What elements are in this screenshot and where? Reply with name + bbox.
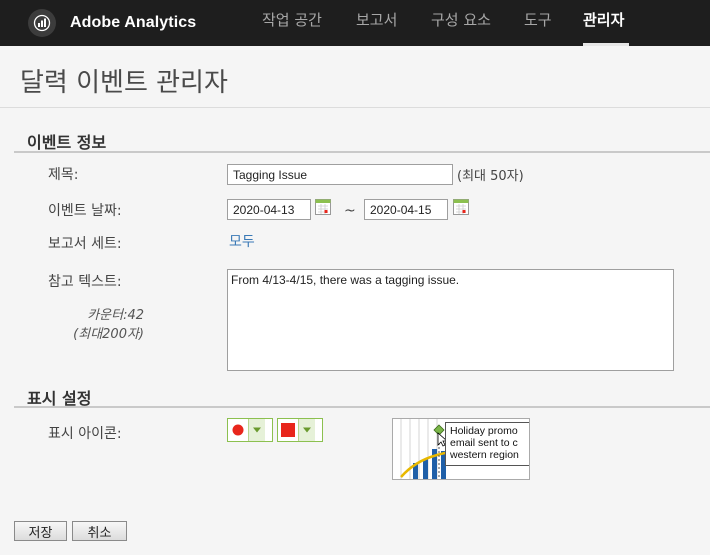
section-title-event-info: 이벤트 정보: [27, 133, 107, 152]
event-date-label: 이벤트 날짜:: [48, 203, 122, 219]
nav-item-workspace[interactable]: 작업 공간: [262, 9, 322, 30]
notes-label: 참고 텍스트:: [48, 274, 122, 290]
notes-textarea[interactable]: From 4/13-4/15, there was a tagging issu…: [227, 269, 674, 371]
marker-color-picker[interactable]: [277, 418, 323, 442]
page-title: 달력 이벤트 관리자: [20, 68, 228, 98]
cancel-button[interactable]: 취소: [72, 521, 127, 541]
character-counter: 카운터:42: [87, 308, 144, 323]
nav-item-tools[interactable]: 도구: [524, 9, 552, 30]
report-suite-label: 보고서 세트:: [48, 236, 122, 252]
end-date-calendar-icon[interactable]: [453, 199, 469, 215]
event-marker-preview: Holiday promo email sent to c western re…: [392, 418, 530, 480]
chevron-down-icon: [248, 419, 265, 441]
start-date-calendar-icon[interactable]: [315, 199, 331, 215]
date-range-separator: ~: [344, 203, 356, 219]
event-title-input[interactable]: [227, 164, 453, 185]
nav-item-admin[interactable]: 관리자: [583, 9, 624, 30]
preview-tooltip: Holiday promo email sent to c western re…: [445, 422, 529, 466]
marker-shape-picker[interactable]: [227, 418, 273, 442]
brand-name: Adobe Analytics: [70, 14, 197, 31]
section-rule: [14, 406, 710, 408]
chevron-down-icon: [298, 419, 315, 441]
end-date-input[interactable]: [364, 199, 448, 220]
title-divider: [0, 107, 710, 108]
top-navigation-bar: Adobe Analytics 작업 공간 보고서 구성 요소 도구 관리자: [0, 0, 710, 46]
circle-marker-icon: [228, 419, 248, 441]
character-limit: (최대200자): [73, 327, 144, 342]
nav-item-components[interactable]: 구성 요소: [431, 9, 491, 30]
display-icon-label: 표시 아이콘:: [48, 426, 122, 442]
color-swatch: [278, 419, 298, 441]
nav-item-reports[interactable]: 보고서: [356, 9, 397, 30]
title-max-hint: (최대 50자): [457, 169, 524, 184]
title-label: 제목:: [48, 167, 79, 183]
start-date-input[interactable]: [227, 199, 311, 220]
save-button[interactable]: 저장: [14, 521, 67, 541]
report-suite-link[interactable]: 모두: [229, 231, 255, 251]
section-rule: [14, 151, 710, 153]
adobe-analytics-logo-icon: [28, 9, 56, 37]
active-nav-indicator: [583, 43, 629, 46]
brand[interactable]: Adobe Analytics: [28, 6, 196, 40]
